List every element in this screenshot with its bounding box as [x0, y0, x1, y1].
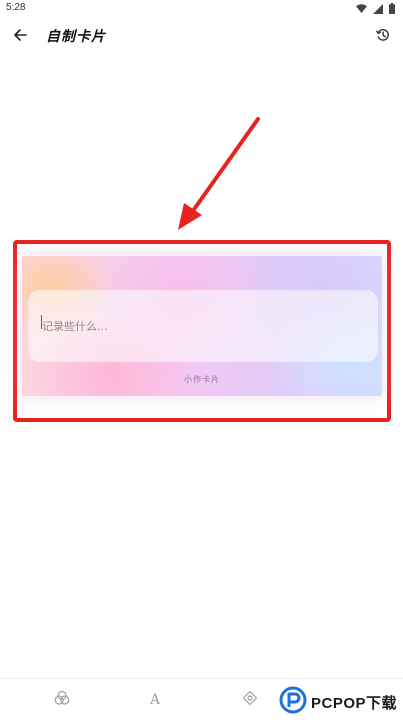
text-style-button[interactable]: A [146, 691, 164, 709]
status-time: 5:28 [6, 2, 26, 13]
watermark-text: PCPOP下载 [310, 694, 397, 712]
card-text-input[interactable] [28, 290, 378, 362]
card-footer-label: 小作卡片 [184, 374, 220, 384]
card-preview: 小作卡片 [22, 256, 382, 396]
arrow-left-icon [13, 27, 27, 46]
sticker-icon [242, 690, 258, 710]
page-title: 自制卡片 [46, 29, 106, 45]
card-editor-screen: 5:28 自制卡片 记录些什么... 小作卡片 A PCPOP下载 [0, 0, 403, 720]
watermark: PCPOP下载 [279, 686, 397, 718]
wifi-icon [356, 4, 367, 16]
app-bar: 自制卡片 [0, 18, 403, 54]
text-caret [41, 315, 42, 329]
status-icons [356, 3, 395, 17]
palette-icon [54, 690, 70, 710]
signal-icon [373, 3, 383, 17]
status-bar: 5:28 [0, 0, 403, 16]
annotation-arrow [178, 117, 260, 230]
sticker-button[interactable] [241, 690, 259, 710]
palette-button[interactable] [53, 690, 71, 710]
text-style-icon: A [149, 692, 161, 708]
pcpop-logo-icon [279, 686, 307, 718]
battery-icon [389, 3, 395, 17]
back-button[interactable] [8, 24, 32, 48]
history-button[interactable] [371, 24, 395, 48]
history-icon [376, 27, 390, 46]
